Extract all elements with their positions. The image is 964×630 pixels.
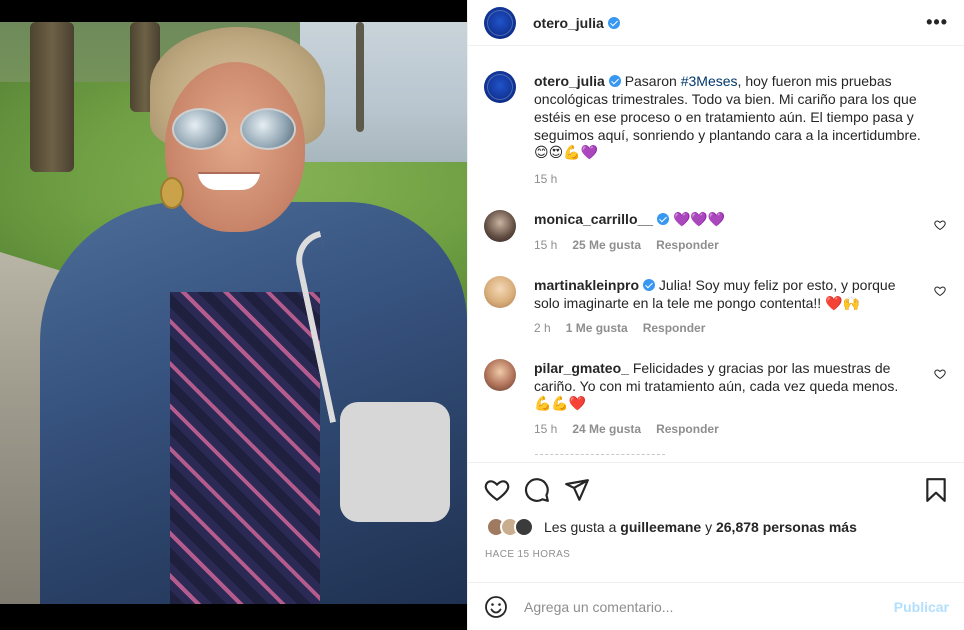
post-side-panel: otero_julia ••• otero_julia Pasaron #3Me… [467, 0, 964, 630]
likes-count[interactable]: 26,878 personas más [716, 519, 857, 535]
verified-badge-icon [608, 75, 621, 87]
comment-username[interactable]: pilar_gmateo_ [534, 360, 629, 376]
comment-likes[interactable]: 25 Me gusta [572, 236, 641, 254]
comment-username[interactable]: martinakleinpro [534, 277, 639, 293]
photo-patterned-shirt [170, 292, 320, 604]
caption-text-start: Pasaron [624, 73, 681, 89]
comment-item: martinakleinpro Julia! Soy muy feliz por… [484, 262, 949, 337]
likes-middle: y [705, 519, 713, 535]
comment-time[interactable]: 15 h [534, 420, 557, 438]
caption-hashtag[interactable]: #3Meses [681, 73, 738, 89]
verified-badge-icon [643, 279, 656, 291]
comment-emojis: 💪💪❤️ [534, 396, 587, 412]
post-header: otero_julia ••• [468, 0, 964, 46]
author-username[interactable]: otero_julia [533, 15, 604, 31]
comment-like-heart-icon[interactable] [934, 368, 946, 380]
commenter-avatar[interactable] [484, 359, 516, 391]
comment-like-heart-icon[interactable] [934, 285, 946, 297]
photo-tree [30, 22, 74, 172]
comment-time[interactable]: 2 h [534, 319, 551, 337]
liker-avatar[interactable] [514, 517, 534, 537]
publish-button[interactable]: Publicar [894, 599, 949, 615]
paper-plane-icon[interactable] [564, 477, 590, 503]
comment-item: monica_carrillo__ 💜💜💜 15 h 25 Me gusta R… [484, 196, 949, 254]
reply-button[interactable]: Responder [656, 236, 719, 254]
post-photo[interactable] [0, 22, 467, 604]
comment-likes[interactable]: 24 Me gusta [572, 420, 641, 438]
comments-list[interactable]: otero_julia Pasaron #3Meses, hoy fueron … [468, 55, 964, 459]
likes-prefix: Les gusta a [544, 519, 617, 535]
photo-water [300, 22, 467, 162]
commenter-avatar[interactable] [484, 210, 516, 242]
likers-avatars[interactable] [486, 517, 534, 537]
reply-button[interactable]: Responder [643, 319, 706, 337]
photo-sunglasses [170, 108, 300, 152]
reply-button[interactable]: Responder [656, 420, 719, 438]
verified-badge-icon [607, 16, 620, 29]
comment-likes[interactable]: 1 Me gusta [566, 319, 628, 337]
comment-input[interactable] [524, 598, 886, 615]
caption-time[interactable]: 15 h [534, 170, 557, 188]
more-options-icon[interactable]: ••• [926, 12, 948, 33]
comment-username[interactable]: monica_carrillo__ [534, 211, 653, 227]
add-comment-bar: Publicar [468, 582, 964, 630]
action-icons-row [468, 463, 964, 503]
bookmark-icon[interactable] [923, 477, 949, 503]
comment-text: 💜💜💜 [672, 212, 726, 228]
post-timestamp[interactable]: Hace 15 horas [468, 537, 964, 560]
emoji-smile-icon[interactable] [484, 595, 508, 619]
post-caption: otero_julia Pasaron #3Meses, hoy fueron … [484, 57, 949, 188]
comment-time[interactable]: 15 h [534, 236, 557, 254]
heart-icon[interactable] [484, 477, 510, 503]
caption-username[interactable]: otero_julia [534, 73, 605, 89]
author-avatar[interactable] [484, 71, 516, 103]
comment-icon[interactable] [524, 477, 550, 503]
post-photo-panel [0, 0, 467, 630]
photo-tree [356, 22, 364, 132]
comment-item: pilar_gmateo_ Felicidades y gracias por … [484, 345, 949, 438]
likes-summary: Les gusta a guilleemane y 26,878 persona… [468, 503, 964, 537]
commenter-avatar[interactable] [484, 276, 516, 308]
likes-user[interactable]: guilleemane [620, 519, 701, 535]
photo-handbag [340, 402, 450, 522]
view-replies-divider [535, 454, 665, 460]
photo-earring [160, 177, 184, 209]
verified-badge-icon [657, 213, 670, 225]
comment-like-heart-icon[interactable] [934, 219, 946, 231]
author-avatar[interactable] [484, 6, 516, 39]
caption-emojis: 😊😍💪💜 [534, 145, 599, 161]
post-actions-area: Les gusta a guilleemane y 26,878 persona… [468, 462, 964, 582]
photo-smile [198, 172, 260, 190]
